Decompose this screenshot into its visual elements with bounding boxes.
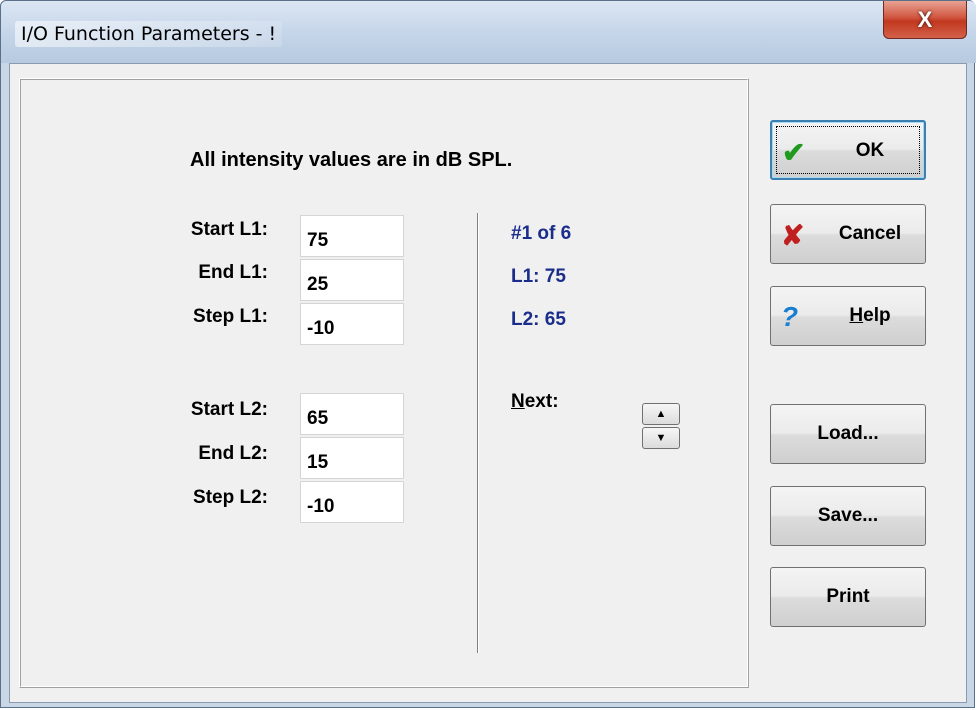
step-l1-label: Step L1:: [193, 306, 268, 327]
save-button[interactable]: Save...: [770, 486, 926, 546]
step-l1-field[interactable]: -10: [300, 303, 404, 345]
next-down-button[interactable]: ▼: [642, 427, 680, 449]
help-label: Help: [849, 305, 891, 326]
start-l2-field[interactable]: 65: [300, 393, 404, 435]
arrow-up-icon: ▲: [655, 408, 667, 420]
arrow-down-icon: ▼: [655, 432, 667, 444]
units-note: All intensity values are in dB SPL.: [190, 149, 513, 171]
x-icon: ✘: [781, 220, 805, 251]
next-label: Next:: [511, 391, 559, 412]
print-button[interactable]: Print: [770, 567, 926, 627]
step-l2-field[interactable]: -10: [300, 481, 404, 523]
question-icon: ?: [781, 301, 799, 332]
end-l2-field[interactable]: 15: [300, 437, 404, 479]
step-counter: #1 of 6: [511, 223, 572, 244]
start-l1-field[interactable]: 75: [300, 215, 404, 257]
close-button[interactable]: X: [883, 1, 967, 39]
cancel-button[interactable]: ✘ Cancel: [770, 204, 926, 264]
load-button[interactable]: Load...: [770, 404, 926, 464]
start-l1-label: Start L1:: [190, 219, 268, 240]
end-l1-label: End L1:: [198, 262, 268, 283]
step-l2-label: Step L2:: [193, 487, 268, 508]
end-l2-label: End L2:: [198, 443, 268, 464]
window-title: I/O Function Parameters - !: [15, 21, 283, 47]
help-button[interactable]: ? Help: [770, 286, 926, 346]
next-up-button[interactable]: ▲: [642, 403, 680, 425]
parameters-group: All intensity values are in dB SPL. Star…: [19, 78, 749, 688]
current-l1-readout: L1: 75: [511, 266, 566, 287]
close-icon: X: [917, 6, 933, 32]
title-bar[interactable]: I/O Function Parameters - ! X: [1, 1, 976, 63]
start-l2-label: Start L2:: [190, 399, 268, 420]
ok-button[interactable]: ✔ OK: [770, 120, 926, 180]
current-l2-readout: L2: 65: [511, 309, 566, 330]
dialog-window: I/O Function Parameters - ! X All intens…: [0, 0, 976, 708]
check-icon: ✔: [782, 137, 806, 168]
end-l1-field[interactable]: 25: [300, 259, 404, 301]
dialog-client-area: All intensity values are in dB SPL. Star…: [9, 63, 967, 703]
